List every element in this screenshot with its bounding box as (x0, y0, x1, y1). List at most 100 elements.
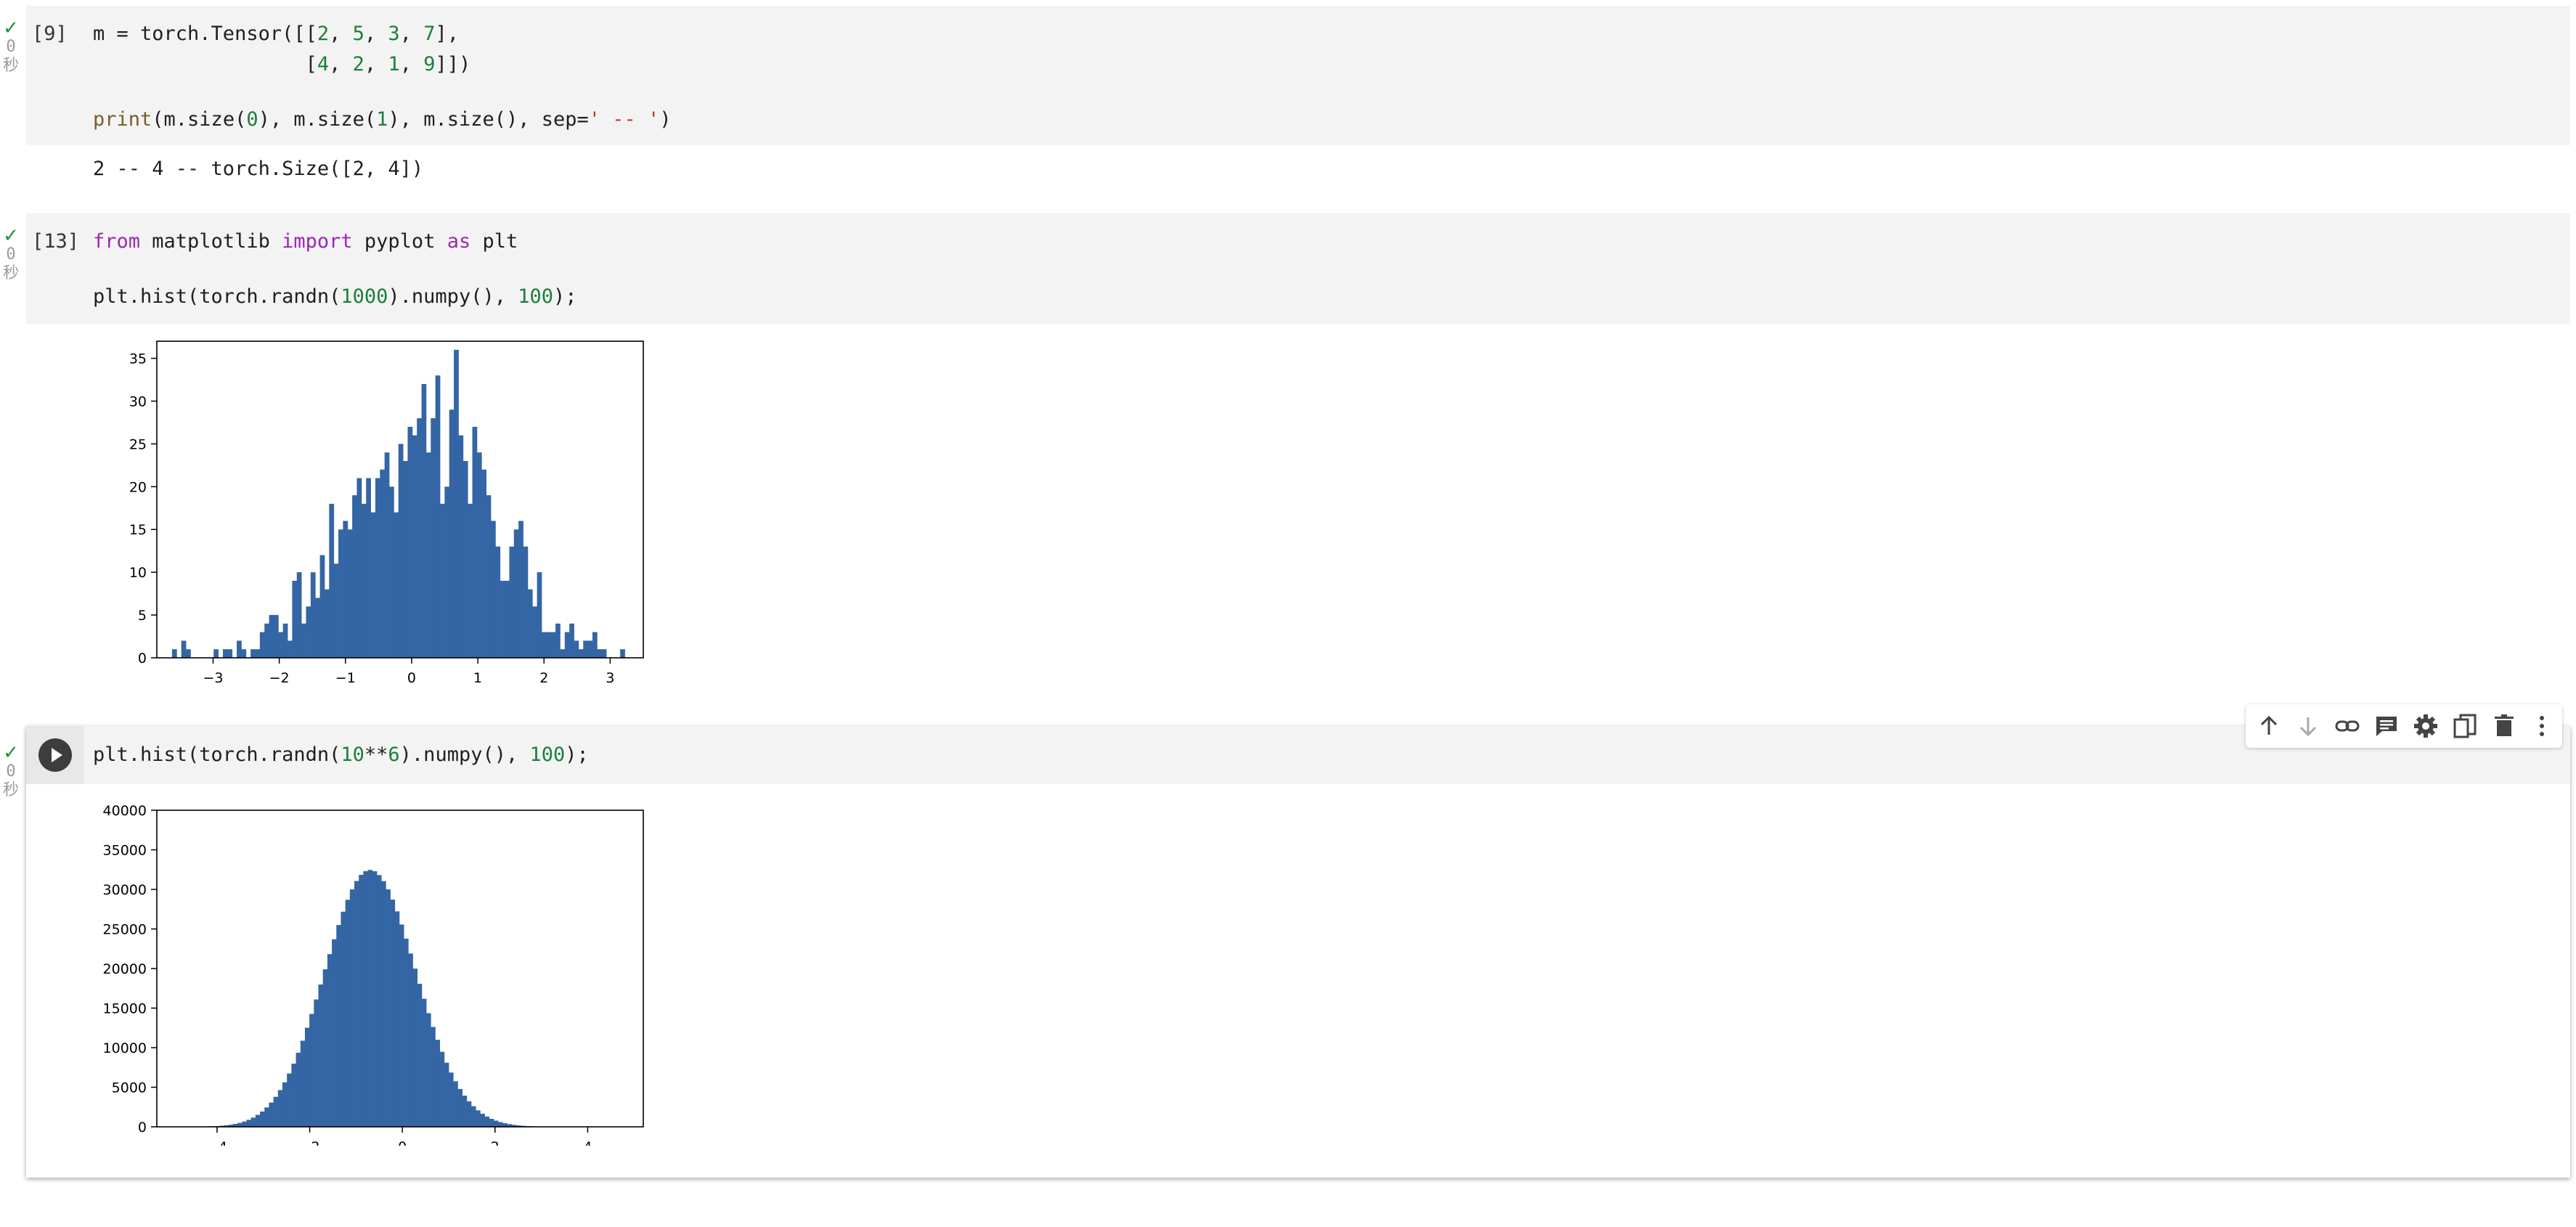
histogram-bar (361, 503, 367, 658)
histogram-bar (587, 640, 593, 658)
histogram-bar (454, 349, 459, 658)
code-editor[interactable]: plt.hist(torch.randn(10**6).numpy(), 100… (26, 726, 2570, 784)
histogram-bar (327, 954, 333, 1127)
histogram-bar (264, 1107, 269, 1127)
histogram-bar (394, 911, 400, 1127)
code-cell-2[interactable]: [13] from matplotlib import pyplot as pl… (26, 213, 2570, 714)
code-line[interactable]: from matplotlib import pyplot as plt (93, 229, 518, 254)
histogram-bar (352, 495, 357, 658)
code-line[interactable]: print(m.size(0), m.size(1), m.size(), se… (93, 107, 672, 132)
x-tick-label: 3 (606, 670, 614, 686)
y-tick-label: 0 (138, 1120, 147, 1136)
code-editor[interactable]: [9] m = torch.Tensor([[2, 5, 3, 7], [4, … (26, 6, 2570, 145)
y-tick-label: 30000 (103, 882, 147, 898)
check-icon: ✓ (3, 742, 19, 764)
x-tick-label: 2 (491, 1139, 500, 1146)
histogram-bar (486, 495, 492, 658)
gear-icon[interactable] (2411, 712, 2440, 741)
code-text: plt.hist(torch.randn(1000).numpy(), 100)… (93, 285, 577, 308)
histogram-bar (449, 409, 455, 658)
cell-3-status: ✓ 0 秒 (0, 743, 22, 800)
x-tick-label: −2 (300, 1139, 320, 1146)
histogram-bar (370, 512, 376, 658)
code-cell-3[interactable]: plt.hist(torch.randn(10**6).numpy(), 100… (26, 726, 2570, 1178)
histogram-bar (343, 521, 349, 658)
x-tick-label: −2 (269, 670, 290, 686)
histogram-bar (472, 426, 478, 658)
histogram-bar (444, 1062, 449, 1127)
histogram-bar (431, 1027, 436, 1127)
histogram-bar (425, 452, 431, 658)
histogram-bar (292, 580, 298, 658)
code-text: plt.hist(torch.randn(10**6).numpy(), 100… (93, 743, 589, 766)
histogram-bar (412, 435, 417, 658)
histogram-bar (242, 1121, 247, 1127)
y-tick-label: 30 (129, 394, 147, 409)
histogram-bar (426, 1013, 431, 1127)
code-line[interactable]: plt.hist(torch.randn(1000).numpy(), 100)… (93, 285, 577, 309)
histogram-bar (495, 546, 501, 658)
mirror-cell-icon[interactable] (2450, 712, 2479, 741)
code-line[interactable]: m = torch.Tensor([[2, 5, 3, 7], (93, 22, 459, 46)
arrow-up-icon[interactable] (2254, 712, 2283, 741)
histogram-bar (518, 521, 523, 658)
histogram-bar (376, 875, 382, 1127)
histogram-bar (241, 649, 247, 658)
code-line[interactable]: [4, 2, 1, 9]]) (93, 52, 471, 77)
run-duration: 0 (6, 245, 16, 264)
histogram-bar (318, 985, 324, 1127)
histogram-bar (481, 469, 487, 658)
y-tick-label: 10 (129, 565, 147, 581)
histogram-bar (466, 1101, 472, 1127)
histogram-bar (417, 418, 422, 658)
histogram-bar (523, 546, 529, 658)
histogram-bar (480, 1114, 485, 1127)
histogram-bar (421, 383, 427, 658)
link-icon[interactable] (2333, 712, 2362, 741)
more-icon[interactable] (2527, 712, 2556, 741)
histogram-bar (440, 503, 445, 658)
histogram-bar (505, 580, 510, 658)
arrow-down-icon[interactable] (2294, 712, 2323, 741)
histogram-bar (394, 512, 399, 658)
code-editor[interactable]: [13] from matplotlib import pyplot as pl… (26, 213, 2570, 324)
histogram-bar (509, 546, 515, 658)
x-tick-label: −1 (335, 670, 356, 686)
x-tick-label: 2 (539, 670, 548, 686)
run-duration-unit: 秒 (2, 57, 19, 75)
y-tick-label: 15000 (103, 1001, 147, 1017)
histogram-bar (269, 615, 274, 658)
histogram-bar (403, 460, 408, 658)
histogram-bar (288, 640, 293, 658)
histogram-bar (380, 469, 386, 658)
histogram-bar (338, 529, 343, 658)
cell-1-status: ✓ 0 秒 (0, 19, 22, 76)
y-tick-label: 35000 (103, 843, 147, 859)
histogram-bar (319, 555, 325, 658)
histogram-bar (273, 615, 279, 658)
histogram-bar (470, 1106, 476, 1127)
histogram-bar (300, 1040, 306, 1127)
delete-icon[interactable] (2490, 712, 2519, 741)
histogram-bar (555, 623, 561, 658)
histogram-bar (417, 984, 423, 1127)
code-cell-1[interactable]: [9] m = torch.Tensor([[2, 5, 3, 7], [4, … (26, 6, 2570, 184)
histogram-bar (537, 572, 542, 658)
histogram-bar (439, 1051, 445, 1127)
histogram-bar (347, 529, 353, 658)
comment-icon[interactable] (2372, 712, 2401, 741)
histogram-bar (444, 486, 450, 658)
histogram-bar (237, 1122, 242, 1127)
histogram-bar (260, 1111, 265, 1127)
histogram-bar (255, 649, 261, 658)
histogram-bar (458, 435, 464, 658)
histogram-bar (222, 649, 228, 658)
histogram-chart-2: −4 −2 0 2 4 0 5000 10000 15000 20000 25000 30000 350… (103, 803, 644, 1146)
histogram-bar (277, 1090, 283, 1127)
histogram-bar (476, 1110, 481, 1127)
run-cell-button[interactable] (26, 726, 84, 784)
y-tick-label: 20000 (103, 961, 147, 977)
cell-2-status: ✓ 0 秒 (0, 227, 22, 283)
histogram-bar (287, 1073, 292, 1127)
code-line[interactable]: plt.hist(torch.randn(10**6).numpy(), 100… (93, 743, 589, 767)
